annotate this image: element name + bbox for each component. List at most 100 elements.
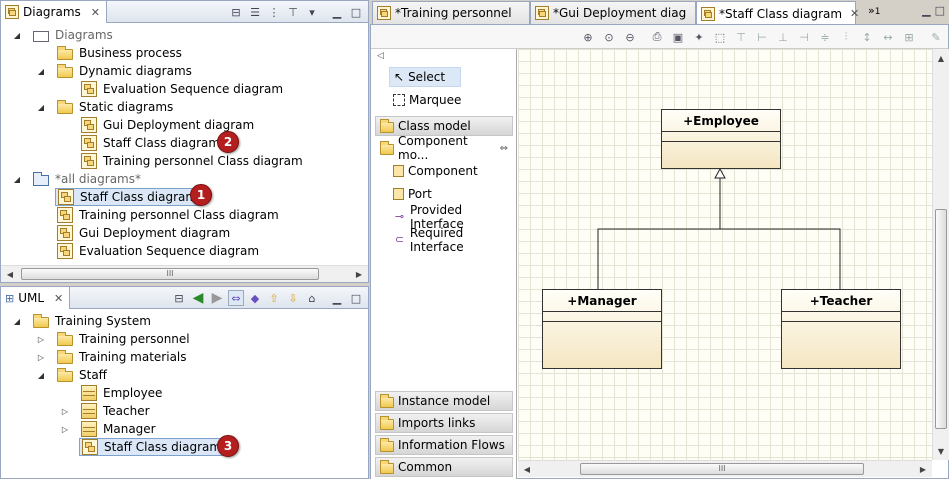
collapse-icon[interactable]: ◢ — [11, 31, 23, 40]
tree-item-manager[interactable]: ▷ Manager — [59, 420, 156, 438]
tree-item-employee[interactable]: Employee — [81, 384, 162, 402]
collapse-icon[interactable]: ◢ — [35, 67, 47, 76]
tab-staff-class-diagram[interactable]: *Staff Class diagram ✕ — [696, 1, 859, 25]
required-interface-tool[interactable]: ⊂ Required Interface — [389, 226, 516, 254]
same-size-icon[interactable]: ⊞ — [901, 29, 917, 45]
tree-item-evaluation-sequence[interactable]: Evaluation Sequence diagram — [81, 80, 283, 98]
maximize-icon[interactable]: □ — [935, 4, 945, 17]
tree-item-teacher[interactable]: ▷ Teacher — [59, 402, 150, 420]
align-left-icon[interactable]: ⊢ — [754, 29, 770, 45]
zoom-out-icon[interactable]: ⊖ — [622, 29, 638, 45]
print-icon[interactable]: ⎙ — [649, 29, 665, 45]
marquee-tool[interactable]: Marquee — [389, 90, 465, 110]
align-top-icon[interactable]: ⊤ — [733, 29, 749, 45]
component-tool[interactable]: Component — [389, 161, 482, 181]
scroll-right-icon[interactable]: ▶ — [352, 268, 366, 280]
home-icon[interactable]: ⌂ — [304, 290, 320, 306]
tree-item-training-personnel[interactable]: ▷ Training personnel — [35, 330, 190, 348]
scroll-down-icon[interactable]: ▼ — [935, 444, 947, 458]
drawer-instance-model[interactable]: Instance model — [375, 391, 513, 411]
diagram-canvas[interactable]: +Employee +Manager +Teacher — [518, 49, 932, 460]
tree-item-dynamic-diagrams[interactable]: ◢ Dynamic diagrams — [35, 62, 192, 80]
close-icon[interactable]: ✕ — [91, 6, 100, 19]
collapse-all-icon[interactable]: ⊟ — [228, 4, 244, 20]
link-with-editor-icon[interactable]: ⇔ — [228, 290, 244, 306]
canvas-vscroll[interactable]: ▲ ▼ — [932, 49, 949, 460]
scroll-thumb[interactable]: III — [21, 268, 319, 280]
filter-tree-icon[interactable]: ⊤ — [285, 4, 301, 20]
minimize-icon[interactable]: ▁ — [329, 290, 345, 306]
up-arrow-icon[interactable]: ⇧ — [266, 290, 282, 306]
provided-interface-tool[interactable]: ⊸ Provided Interface — [389, 203, 516, 231]
properties-icon[interactable]: ✎ — [928, 29, 944, 45]
drawer-component-model[interactable]: Component mo... ⇔ — [375, 134, 513, 162]
down-arrow-icon[interactable]: ⇩ — [285, 290, 301, 306]
tree-item-staff-class-diagram[interactable]: Staff Class diagram — [79, 438, 225, 456]
class-manager[interactable]: +Manager — [542, 289, 662, 369]
tree-item-staff[interactable]: ◢ Staff — [35, 366, 107, 384]
maximize-icon[interactable]: □ — [348, 4, 364, 20]
collapse-icon[interactable]: ◢ — [35, 371, 47, 380]
collapse-icon[interactable]: ◢ — [35, 103, 47, 112]
tree-item-training-materials[interactable]: ▷ Training materials — [35, 348, 187, 366]
expand-icon[interactable]: ▷ — [59, 407, 71, 416]
expand-icon[interactable]: ▷ — [35, 353, 47, 362]
tree-item-staff-class[interactable]: Staff Class diagram — [81, 134, 220, 152]
expand-icon[interactable]: ▷ — [35, 335, 47, 344]
tree-item-training-personnel-class[interactable]: Training personnel Class diagram — [81, 152, 303, 170]
align-center-icon[interactable]: ⫶ — [838, 29, 854, 45]
uml-view-tab[interactable]: ⊞ UML ✕ — [1, 287, 71, 309]
hierarchy-icon[interactable]: ☰ — [247, 4, 263, 20]
minimize-icon[interactable]: ▁ — [922, 4, 930, 17]
expand-icon[interactable]: ▷ — [59, 425, 71, 434]
tree-item-training-system[interactable]: ◢ Training System — [11, 312, 151, 330]
tree-item-static-diagrams[interactable]: ◢ Static diagrams — [35, 98, 173, 116]
align-bottom-icon[interactable]: ⊥ — [775, 29, 791, 45]
minimize-icon[interactable]: ▁ — [329, 4, 345, 20]
close-icon[interactable]: ✕ — [54, 292, 63, 305]
tab-training-personnel[interactable]: *Training personnel — [372, 1, 530, 24]
tree-icon[interactable]: ⋮ — [266, 4, 282, 20]
port-tool[interactable]: Port — [389, 184, 436, 204]
scroll-right-icon[interactable]: ▶ — [916, 463, 930, 475]
drawer-class-model[interactable]: Class model — [375, 116, 513, 136]
class-teacher[interactable]: +Teacher — [781, 289, 901, 369]
palette-collapse-icon[interactable]: ◁ — [377, 51, 384, 61]
back-arrow-icon[interactable]: ◀ — [190, 290, 206, 306]
tab-gui-deployment[interactable]: *Gui Deployment diag — [530, 1, 696, 24]
save-icon[interactable]: ▣ — [670, 29, 686, 45]
drawer-imports-links[interactable]: Imports links — [375, 413, 513, 433]
collapse-icon[interactable]: ◢ — [11, 175, 23, 184]
tree-item-training-personnel-class-2[interactable]: Training personnel Class diagram — [57, 206, 279, 224]
diagrams-view-hscroll[interactable]: ◀ III ▶ — [1, 265, 368, 282]
align-middle-icon[interactable]: ≑ — [817, 29, 833, 45]
align-right-icon[interactable]: ⊣ — [796, 29, 812, 45]
zoom-in-icon[interactable]: ⊕ — [580, 29, 596, 45]
canvas-hscroll[interactable]: ◀ III ▶ — [518, 460, 932, 477]
collapse-all-icon[interactable]: ⊟ — [171, 290, 187, 306]
maximize-icon[interactable]: □ — [348, 290, 364, 306]
export-image-icon[interactable]: ✦ — [691, 29, 707, 45]
sync-icon[interactable]: ◆ — [247, 290, 263, 306]
tree-item-gui-deployment-2[interactable]: Gui Deployment diagram — [57, 224, 230, 242]
zoom-fit-icon[interactable]: ⊙ — [601, 29, 617, 45]
drawer-common[interactable]: Common — [375, 457, 513, 477]
tree-item-evaluation-sequence-2[interactable]: Evaluation Sequence diagram — [57, 242, 259, 260]
more-tabs-button[interactable]: » 1 — [868, 4, 880, 17]
tree-item-diagrams[interactable]: ◢ Diagrams — [11, 26, 113, 44]
scroll-thumb[interactable]: III — [580, 463, 864, 475]
collapse-icon[interactable]: ◢ — [11, 317, 23, 326]
forward-arrow-icon[interactable]: ▶ — [209, 290, 225, 306]
class-employee[interactable]: +Employee — [661, 109, 781, 169]
scroll-left-icon[interactable]: ◀ — [3, 268, 17, 280]
close-icon[interactable]: ✕ — [850, 7, 859, 20]
same-height-icon[interactable]: ↕ — [859, 29, 875, 45]
view-menu-icon[interactable]: ▾ — [304, 4, 320, 20]
same-width-icon[interactable]: ↔ — [880, 29, 896, 45]
drawer-information-flows[interactable]: Information Flows — [375, 435, 513, 455]
select-tool[interactable]: ↖ Select — [389, 67, 461, 87]
tree-item-all-diagrams[interactable]: ◢ *all diagrams* — [11, 170, 141, 188]
pin-icon[interactable]: ⇔ — [500, 143, 508, 154]
scroll-up-icon[interactable]: ▲ — [935, 51, 947, 65]
tree-item-staff-class-selected[interactable]: Staff Class diagram — [55, 188, 201, 206]
